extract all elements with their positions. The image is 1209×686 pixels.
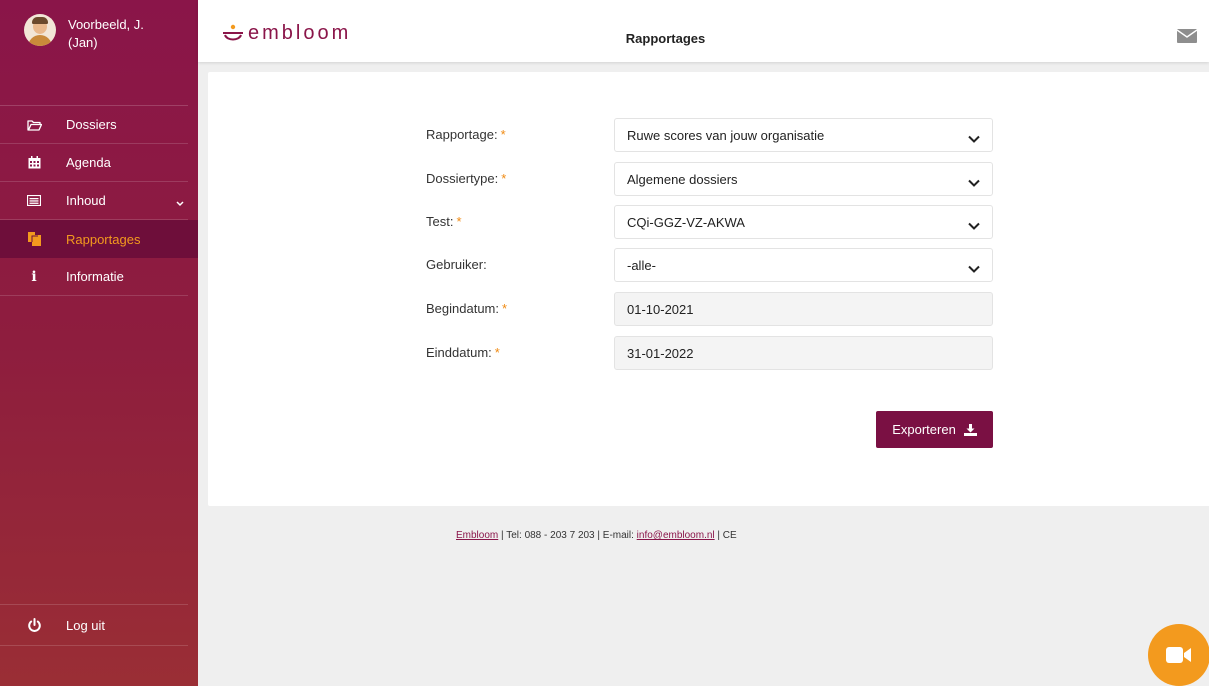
- begindatum-label: Begindatum: *: [426, 301, 508, 316]
- gebruiker-label: Gebruiker:: [426, 257, 487, 272]
- avatar: [24, 14, 56, 46]
- page-title: Rapportages: [625, 31, 706, 46]
- einddatum-label: Einddatum: *: [426, 345, 500, 360]
- sidebar-item-agenda[interactable]: Agenda: [0, 144, 188, 182]
- top-header: embloom Rapportages: [198, 0, 1209, 62]
- required-marker: *: [502, 301, 508, 316]
- footer: Embloom | Tel: 088 - 203 7 203 | E-mail:…: [456, 530, 737, 541]
- sidebar-item-informatie[interactable]: i Informatie: [0, 258, 188, 296]
- info-icon: i: [31, 268, 37, 285]
- ce-mark: | CE: [714, 530, 737, 541]
- company-link[interactable]: Embloom: [456, 530, 498, 541]
- sidebar-item-label: Informatie: [66, 269, 124, 284]
- chevron-down-icon: [968, 218, 980, 233]
- form-row-einddatum: Einddatum: * 31-01-2022: [426, 336, 993, 370]
- rapportage-select[interactable]: Ruwe scores van jouw organisatie: [614, 118, 993, 152]
- email-link[interactable]: info@embloom.nl: [637, 530, 715, 541]
- logout-label: Log uit: [66, 617, 106, 633]
- download-icon: [963, 423, 977, 436]
- video-camera-icon: [1166, 647, 1191, 663]
- report-form-card: Rapportage: * Ruwe scores van jouw organi…: [208, 72, 1209, 506]
- rapportage-label: Rapportage: *: [426, 127, 506, 142]
- content-icon: [26, 193, 42, 209]
- user-name: Voorbeeld, J. (Jan): [68, 17, 144, 50]
- test-select[interactable]: CQi-GGZ-VZ-AKWA: [614, 205, 993, 239]
- chevron-down-icon: [176, 195, 184, 210]
- folder-icon: [26, 117, 42, 133]
- export-button[interactable]: Exporteren: [876, 411, 993, 448]
- mail-icon[interactable]: [1176, 29, 1198, 48]
- reports-icon: [26, 231, 42, 247]
- begindatum-input[interactable]: 01-10-2021: [614, 292, 993, 326]
- logout-button[interactable]: Log uit: [0, 604, 188, 646]
- video-call-button[interactable]: [1148, 624, 1209, 686]
- form-row-dossiertype: Dossiertype: * Algemene dossiers: [426, 162, 993, 196]
- sidebar-item-label: Rapportages: [66, 231, 141, 247]
- required-marker: *: [456, 214, 462, 229]
- form-row-rapportage: Rapportage: * Ruwe scores van jouw organi…: [426, 118, 993, 152]
- sidebar-item-label: Inhoud: [66, 193, 106, 208]
- user-profile[interactable]: Voorbeeld, J. (Jan): [0, 0, 188, 106]
- required-marker: *: [501, 171, 507, 186]
- form-row-begindatum: Begindatum: * 01-10-2021: [426, 292, 993, 326]
- sidebar-item-label: Dossiers: [66, 117, 117, 132]
- form-row-gebruiker: Gebruiker: -alle-: [426, 248, 993, 282]
- chevron-down-icon: [968, 175, 980, 190]
- calendar-icon: [26, 155, 42, 171]
- required-marker: *: [500, 127, 506, 142]
- sidebar-item-inhoud[interactable]: Inhoud: [0, 182, 188, 220]
- chevron-down-icon: [968, 261, 980, 276]
- form-row-test: Test: * CQi-GGZ-VZ-AKWA: [426, 205, 993, 239]
- sidebar-item-rapportages[interactable]: Rapportages: [0, 220, 198, 258]
- power-icon: [26, 617, 42, 633]
- sidebar: Voorbeeld, J. (Jan) Dossiers Agenda Inho…: [0, 0, 198, 686]
- gebruiker-select[interactable]: -alle-: [614, 248, 993, 282]
- main-nav: Dossiers Agenda Inhoud Rapportages i Inf…: [0, 106, 198, 296]
- chevron-down-icon: [968, 131, 980, 146]
- dossiertype-label: Dossiertype: *: [426, 171, 507, 186]
- test-label: Test: *: [426, 214, 462, 229]
- footer-contact: | Tel: 088 - 203 7 203 | E-mail:: [498, 530, 637, 541]
- sidebar-item-dossiers[interactable]: Dossiers: [0, 106, 188, 144]
- einddatum-input[interactable]: 31-01-2022: [614, 336, 993, 370]
- required-marker: *: [494, 345, 500, 360]
- sidebar-item-label: Agenda: [66, 155, 111, 170]
- dossiertype-select[interactable]: Algemene dossiers: [614, 162, 993, 196]
